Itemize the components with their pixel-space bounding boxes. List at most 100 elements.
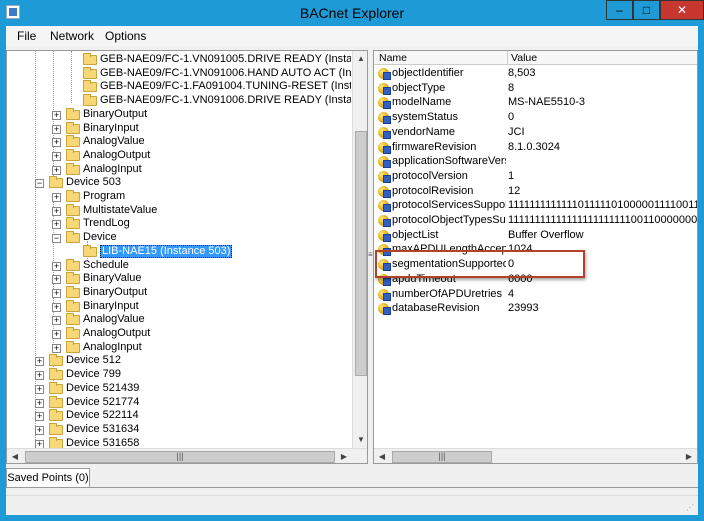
tree-node[interactable]: + BinaryOutput [7, 285, 351, 300]
menu-options[interactable]: Options [105, 29, 146, 43]
expand-plus-icon[interactable]: + [52, 124, 61, 134]
tree-node[interactable]: + AnalogInput [7, 162, 351, 177]
expand-plus-icon[interactable]: + [52, 138, 61, 148]
tree-node-label[interactable]: BinaryOutput [83, 286, 147, 299]
tree-horizontal-scroll-thumb[interactable]: ||| [25, 451, 335, 463]
tree-node[interactable]: + Device 512 [7, 354, 351, 368]
tree-node-label[interactable]: Device 531658 [66, 437, 139, 448]
expand-plus-icon[interactable]: + [52, 261, 61, 271]
scroll-down-arrow-icon[interactable]: ▼ [353, 432, 367, 448]
tree-node[interactable]: + Program [7, 190, 351, 204]
minimize-button[interactable]: – [606, 0, 633, 20]
collapse-minus-icon[interactable]: − [35, 179, 44, 189]
title-bar[interactable]: BACnet Explorer – □ ✕ [0, 0, 704, 26]
tree-node[interactable]: − Device 503 [7, 176, 351, 190]
tree-node-label[interactable]: BinaryInput [83, 300, 139, 313]
tree-node-label[interactable]: Schedule [83, 259, 129, 272]
scroll-left-arrow-icon[interactable]: ◀ [7, 449, 23, 463]
tree-node[interactable]: + BinaryInput [7, 121, 351, 136]
expand-plus-icon[interactable]: + [52, 330, 61, 339]
tree-node-label[interactable]: AnalogInput [83, 341, 142, 354]
tree-node-label[interactable]: TrendLog [83, 217, 130, 230]
tree-node[interactable]: + BinaryValue [7, 272, 351, 286]
tree-node[interactable]: GEB-NAE09/FC-1.FA091004.TUNING-RESET (In… [7, 80, 351, 94]
menu-file[interactable]: File [17, 29, 36, 43]
tree-node[interactable]: + BinaryOutput [7, 107, 351, 122]
expand-plus-icon[interactable]: + [35, 412, 44, 422]
tree-node[interactable]: GEB-NAE09/FC-1.VN091005.DRIVE READY (Ins… [7, 53, 351, 67]
tree-node[interactable]: + Device 522114 [7, 409, 351, 423]
scroll-right-arrow-icon[interactable]: ▶ [336, 449, 352, 463]
tree-node[interactable]: + AnalogInput [7, 340, 351, 355]
property-row[interactable]: firmwareRevision 8.1.0.3024 [374, 140, 697, 155]
expand-plus-icon[interactable]: + [52, 165, 61, 175]
close-button[interactable]: ✕ [660, 0, 704, 20]
expand-plus-icon[interactable]: + [35, 384, 44, 394]
tree-node[interactable]: + Device 521774 [7, 395, 351, 410]
column-header-value[interactable]: Value [511, 52, 537, 64]
tree-node[interactable]: + MultistateValue [7, 203, 351, 218]
tree-node-label[interactable]: Device 521439 [66, 382, 139, 395]
expand-plus-icon[interactable]: + [52, 316, 61, 326]
tree-node-label[interactable]: Program [83, 190, 125, 203]
tree-node[interactable]: + AnalogOutput [7, 327, 351, 341]
expand-plus-icon[interactable]: + [52, 193, 61, 202]
property-row[interactable]: objectIdentifier 8,503 [374, 66, 697, 81]
tree-node-label[interactable]: Device 512 [66, 354, 121, 367]
tree-node-label[interactable]: BinaryOutput [83, 108, 147, 121]
tree-node-label[interactable]: MultistateValue [83, 204, 157, 217]
property-row[interactable]: numberOfAPDUretries 4 [374, 287, 697, 302]
tree-node-label[interactable]: AnalogOutput [83, 149, 150, 162]
expand-plus-icon[interactable]: + [52, 343, 61, 353]
resize-grip-icon[interactable]: ⋰ [686, 503, 696, 513]
tree-node-label[interactable]: Device 521774 [66, 396, 139, 409]
maximize-button[interactable]: □ [633, 0, 660, 20]
expand-plus-icon[interactable]: + [52, 275, 61, 285]
menu-network[interactable]: Network [50, 29, 94, 43]
expand-plus-icon[interactable]: + [52, 206, 61, 216]
tree-node[interactable]: + TrendLog [7, 217, 351, 231]
tree-node[interactable]: + Device 531658 [7, 436, 351, 448]
tree-node[interactable]: GEB-NAE09/FC-1.VN091006.DRIVE READY (Ins… [7, 94, 351, 108]
properties-horizontal-scrollbar[interactable]: ◀ ||| ▶ [374, 448, 697, 463]
tree-node[interactable]: + AnalogValue [7, 135, 351, 149]
tree-node-label[interactable]: AnalogValue [83, 313, 145, 326]
tree-node-label[interactable]: Device 799 [66, 368, 121, 381]
expand-plus-icon[interactable]: + [52, 220, 61, 230]
property-row[interactable]: vendorName JCI [374, 125, 697, 140]
tree-node[interactable]: + Device 531634 [7, 422, 351, 437]
device-tree[interactable]: GEB-NAE09/FC-1.VN091005.DRIVE READY (Ins… [7, 51, 351, 448]
tree-node-label[interactable]: Device [83, 231, 117, 244]
tree-node-label[interactable]: BinaryValue [83, 272, 142, 285]
tree-node[interactable]: GEB-NAE09/FC-1.VN091006.HAND AUTO ACT (I… [7, 66, 351, 81]
tree-node-label[interactable]: GEB-NAE09/FC-1.VN091006.HAND AUTO ACT (I… [100, 67, 351, 80]
properties-horizontal-scroll-thumb[interactable]: ||| [392, 451, 492, 463]
property-row[interactable]: objectType 8 [374, 81, 697, 96]
expand-plus-icon[interactable]: + [35, 439, 44, 448]
expand-plus-icon[interactable]: + [52, 110, 61, 120]
property-row[interactable]: modelName MS-NAE5510-3 [374, 95, 697, 110]
tree-node-label[interactable]: Device 522114 [66, 409, 139, 422]
scroll-left-arrow-icon[interactable]: ◀ [374, 449, 390, 463]
property-row[interactable]: protocolObjectTypesSup...111111111111111… [374, 213, 697, 228]
tree-node-label[interactable]: BinaryInput [83, 122, 139, 135]
tree-node[interactable]: + Device 799 [7, 368, 351, 382]
tree-node-label[interactable]: Device 503 [66, 176, 121, 189]
property-row[interactable]: databaseRevision 23993 [374, 301, 697, 316]
scroll-up-arrow-icon[interactable]: ▲ [353, 51, 367, 67]
property-row[interactable]: objectList Buffer Overflow [374, 228, 697, 243]
tree-node[interactable]: + Device 521439 [7, 381, 351, 396]
tree-node[interactable]: + BinaryInput [7, 299, 351, 314]
expand-plus-icon[interactable]: + [35, 357, 44, 367]
property-row[interactable]: applicationSoftwareVersi... [374, 154, 697, 169]
expand-plus-icon[interactable]: + [52, 151, 61, 161]
tree-node-selected[interactable]: LIB-NAE15 (Instance 503) [7, 244, 351, 259]
column-header-name[interactable]: Name [379, 52, 407, 64]
tree-vertical-scrollbar[interactable]: ▲ ▼ [352, 51, 367, 448]
tree-vertical-scroll-thumb[interactable] [355, 131, 367, 376]
expand-plus-icon[interactable]: + [35, 425, 44, 435]
property-row[interactable]: protocolServicesSupport...11111111111110… [374, 198, 697, 213]
expand-plus-icon[interactable]: + [35, 398, 44, 408]
tree-node[interactable]: + AnalogValue [7, 313, 351, 327]
property-row[interactable]: protocolRevision 12 [374, 184, 697, 199]
